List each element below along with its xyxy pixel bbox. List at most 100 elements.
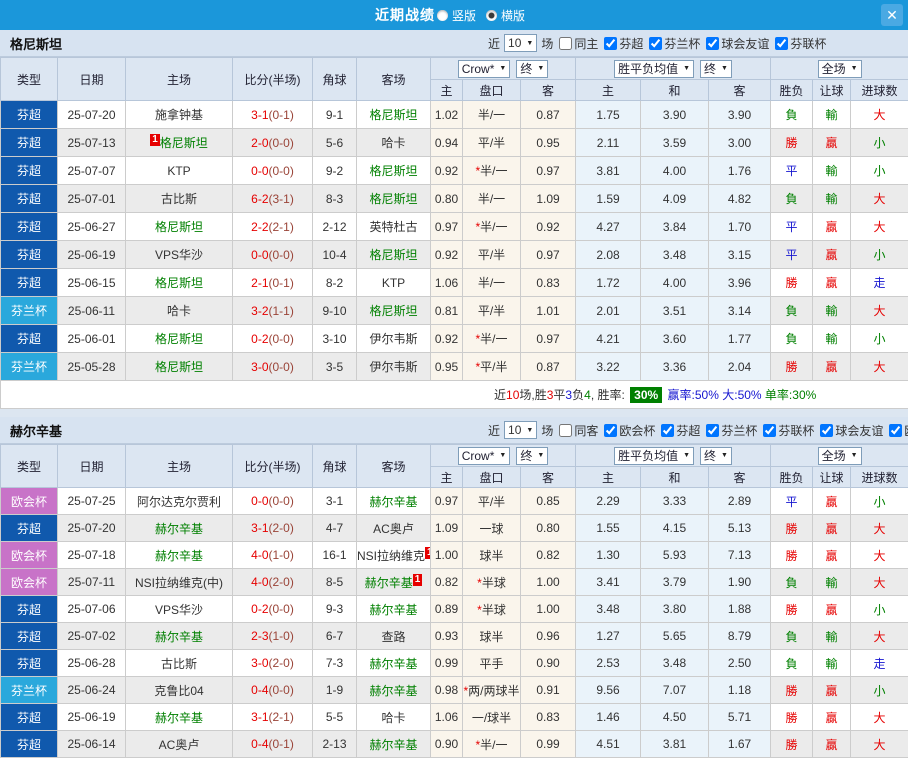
scope-select[interactable]: 全场▼: [818, 447, 862, 465]
handicap-line: 一/球半: [463, 704, 521, 731]
league-badge: 芬超: [1, 596, 58, 623]
col-result: 胜负: [771, 467, 813, 488]
match-score: 0-4(0-0): [233, 677, 313, 704]
odds-stage-select[interactable]: 终▼: [516, 60, 548, 78]
handicap-result-flag: 輸: [813, 185, 851, 213]
avg-home-odds: 1.27: [576, 623, 641, 650]
team-label: 伊尔韦斯: [369, 360, 417, 374]
vertical-layout-label[interactable]: 竖版: [452, 7, 476, 24]
handicap-result-flag: 贏: [813, 353, 851, 381]
team-label: 格尼斯坦: [160, 136, 208, 150]
team-label: 格尼斯坦: [155, 220, 203, 234]
same-venue-checkbox[interactable]: [559, 37, 572, 50]
avg-stage-select[interactable]: 终▼: [700, 60, 732, 78]
matches-count-select[interactable]: 10▼: [504, 34, 537, 52]
crow-away-odds: 0.97: [521, 157, 576, 185]
league-checkbox-label: 芬兰杯: [664, 35, 700, 52]
handicap-result-flag: 輸: [813, 157, 851, 185]
scope-select-value: 全场: [822, 447, 846, 464]
goals-flag: 小: [851, 241, 908, 269]
league-checkbox[interactable]: [649, 37, 662, 50]
avg-away-odds: 2.04: [709, 353, 771, 381]
bookmaker-select[interactable]: Crow*▼: [458, 60, 511, 78]
team-label: 哈卡: [381, 136, 405, 150]
league-checkbox[interactable]: [604, 37, 617, 50]
match-row: 芬兰杯25-06-11哈卡3-2(1-1)9-10格尼斯坦0.81平/半1.01…: [1, 297, 908, 325]
crow-home-odds: 0.98: [431, 677, 463, 704]
result-flag: 勝: [771, 542, 813, 569]
goals-flag: 大: [851, 569, 908, 596]
avg-stage-select[interactable]: 终▼: [700, 447, 732, 465]
col-avg-home: 主: [576, 467, 641, 488]
match-date: 25-07-20: [58, 515, 126, 542]
fulltime-score: 0-0: [251, 248, 268, 262]
league-checkbox[interactable]: [775, 37, 788, 50]
halftime-score: (1-1): [269, 304, 294, 318]
crow-home-odds: 0.93: [431, 623, 463, 650]
avg-away-odds: 2.89: [709, 488, 771, 515]
matches-count-select-value: 10: [508, 36, 521, 50]
halftime-score: (2-1): [269, 710, 294, 724]
league-checkbox-label: 芬联杯: [778, 422, 814, 439]
summary-part: 负: [572, 388, 584, 402]
summary-part: 近: [494, 388, 506, 402]
filter-bar: 赫尔辛基近10▼场同客欧会杯芬超芬兰杯芬联杯球会友谊欧冠杯: [0, 417, 908, 444]
avg-home-odds: 4.27: [576, 213, 641, 241]
summary-part: 大:: [719, 388, 738, 402]
same-venue-checkbox[interactable]: [559, 424, 572, 437]
dropdown-arrow-icon: ▼: [537, 65, 544, 72]
avg-odds-select[interactable]: 胜平负均值▼: [614, 60, 694, 78]
matches-count-select-value: 10: [508, 423, 521, 437]
handicap-line: *半/一: [463, 213, 521, 241]
team-label: VPS华沙: [155, 248, 203, 262]
horizontal-layout-label[interactable]: 横版: [501, 7, 525, 24]
crow-home-odds: 0.97: [431, 488, 463, 515]
league-checkbox[interactable]: [763, 424, 776, 437]
result-flag: 勝: [771, 129, 813, 157]
vertical-layout-radio[interactable]: [437, 10, 448, 21]
league-checkbox[interactable]: [889, 424, 902, 437]
dropdown-arrow-icon: ▼: [526, 427, 533, 434]
league-checkbox[interactable]: [706, 424, 719, 437]
crow-away-odds: 0.90: [521, 650, 576, 677]
home-team: 赫尔辛基: [126, 542, 233, 569]
home-team: VPS华沙: [126, 241, 233, 269]
avg-home-odds: 2.29: [576, 488, 641, 515]
bookmaker-select[interactable]: Crow*▼: [458, 447, 511, 465]
scope-select[interactable]: 全场▼: [818, 60, 862, 78]
result-flag: 負: [771, 569, 813, 596]
team-label: 赫尔辛基: [369, 495, 417, 509]
league-badge: 欧会杯: [1, 542, 58, 569]
team-label: AC奥卢: [159, 738, 200, 752]
league-checkbox[interactable]: [706, 37, 719, 50]
handicap-line: 平/半: [463, 129, 521, 157]
dropdown-arrow-icon: ▼: [537, 452, 544, 459]
corner-count: 3-5: [313, 353, 357, 381]
corner-count: 2-13: [313, 731, 357, 758]
avg-draw-odds: 5.65: [641, 623, 709, 650]
fulltime-score: 0-0: [251, 164, 268, 178]
avg-odds-select[interactable]: 胜平负均值▼: [614, 447, 694, 465]
goals-flag: 走: [851, 650, 908, 677]
match-date: 25-07-11: [58, 569, 126, 596]
matches-label: 场: [541, 35, 553, 52]
match-row: 欧会杯25-07-18赫尔辛基4-0(1-0)16-1NSI拉纳维克11.00球…: [1, 542, 908, 569]
away-team: KTP: [357, 269, 431, 297]
odds-stage-select[interactable]: 终▼: [516, 447, 548, 465]
away-team: 伊尔韦斯: [357, 325, 431, 353]
handicap-result-flag: 贏: [813, 677, 851, 704]
col-score: 比分(半场): [233, 445, 313, 488]
result-flag: 勝: [771, 704, 813, 731]
team-name: 格尼斯坦: [10, 34, 62, 53]
league-checkbox[interactable]: [604, 424, 617, 437]
league-checkbox[interactable]: [661, 424, 674, 437]
close-icon[interactable]: ✕: [881, 4, 903, 26]
team-name: 赫尔辛基: [10, 421, 62, 440]
league-checkbox[interactable]: [820, 424, 833, 437]
horizontal-layout-radio[interactable]: [486, 10, 497, 21]
handicap-result-flag: 輸: [813, 650, 851, 677]
league-checkbox-label: 芬兰杯: [721, 422, 757, 439]
goals-flag: 大: [851, 213, 908, 241]
rank-badge: 1: [425, 547, 430, 559]
matches-count-select[interactable]: 10 ▼: [504, 421, 537, 439]
